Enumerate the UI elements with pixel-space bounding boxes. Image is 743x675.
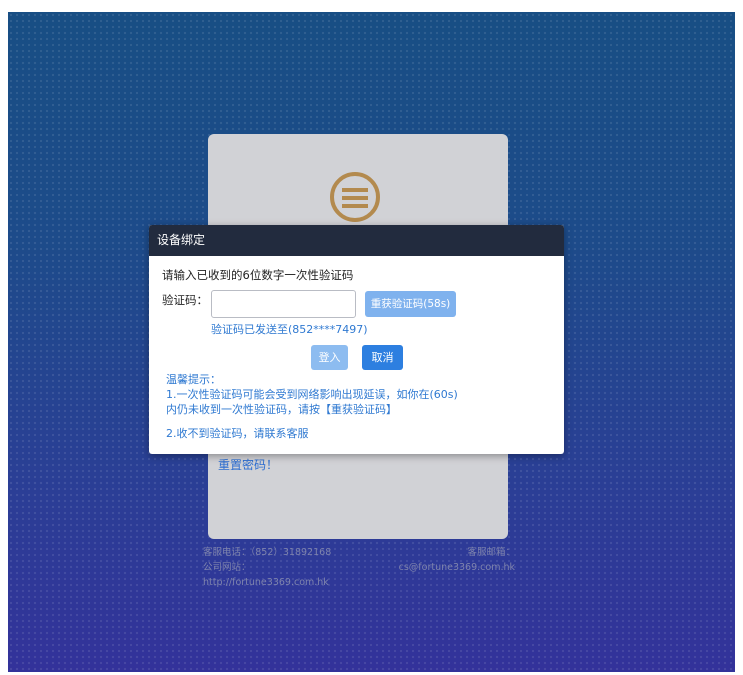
tips-section: 温馨提示： 1.一次性验证码可能会受到网络影响出现延误，如你在(60s) 内仍未… (166, 372, 556, 441)
dialog-title: 设备绑定 (149, 225, 564, 256)
cancel-button[interactable]: 取消 (362, 345, 403, 370)
footer-website-link[interactable]: http://fortune3369.com.hk (203, 575, 523, 590)
tips-title: 温馨提示： (166, 373, 221, 386)
otp-prompt: 请输入已收到的6位数字一次性验证码 (162, 268, 354, 282)
code-label: 验证码： (162, 293, 208, 307)
tip-1-line-1: 1.一次性验证码可能会受到网络影响出现延误，如你在(60s) (166, 388, 458, 401)
device-binding-dialog: 设备绑定 请输入已收到的6位数字一次性验证码 验证码： 重获验证码(58s) 验… (149, 225, 564, 454)
footer-email-label: 客服邮箱： (467, 547, 515, 558)
footer-email-link[interactable]: cs@fortune3369.com.hk (399, 560, 515, 575)
resend-code-button[interactable]: 重获验证码(58s) (365, 291, 456, 317)
login-button[interactable]: 登入 (311, 345, 348, 370)
code-sent-info: 验证码已发送至(852****7497) (211, 323, 368, 336)
tip-1-line-2: 内仍未收到一次性验证码，请按【重获验证码】 (166, 403, 397, 416)
page-footer: 客服电话：（852）31892168 公司网站： http://fortune3… (203, 545, 523, 590)
tip-2: 2.收不到验证码，请联系客服 (166, 427, 309, 440)
reset-password-link[interactable]: 重置密码！ (218, 456, 278, 473)
verification-code-input[interactable] (211, 290, 356, 318)
company-logo-icon (330, 172, 380, 222)
